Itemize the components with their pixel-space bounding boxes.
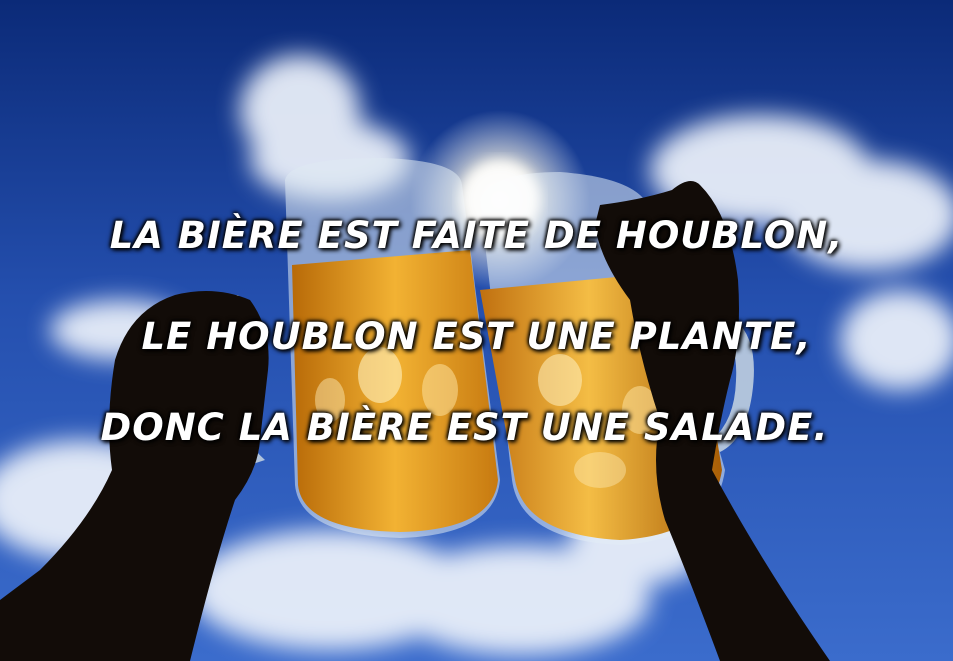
caption-line-2: LE HOUBLON EST UNE PLANTE, [141, 315, 812, 358]
caption-line-3: DONC LA BIÈRE EST UNE SALADE. [100, 406, 829, 449]
photo-scene: LA BIÈRE EST FAITE DE HOUBLON, LE HOUBLO… [0, 0, 953, 661]
caption-line-1: LA BIÈRE EST FAITE DE HOUBLON, [109, 214, 844, 257]
